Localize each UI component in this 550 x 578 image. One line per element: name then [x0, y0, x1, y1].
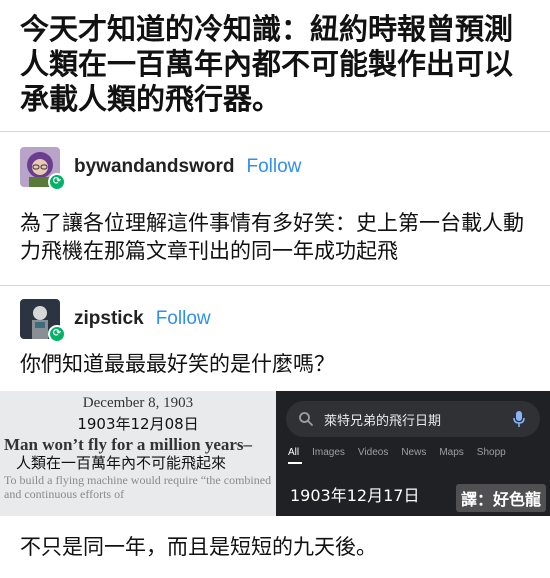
search-result: 1903年12月17日 [290, 486, 420, 505]
divider [0, 285, 550, 286]
post-header-bywandandsword: ⟳ bywandandsword Follow [20, 145, 301, 191]
avatar-bywandandsword[interactable]: ⟳ [20, 147, 66, 191]
newspaper-body-text: To build a flying machine would require … [4, 473, 272, 501]
newspaper-clipping-image: December 8, 1903 1903年12月08日 Man won’t f… [0, 391, 276, 516]
username[interactable]: bywandandsword [74, 156, 234, 178]
post-body: 你們知道最最最好笑的是什麼嗎？ [20, 352, 335, 376]
avatar-zipstick[interactable]: ⟳ [20, 299, 66, 343]
tab-videos[interactable]: Videos [358, 447, 388, 458]
search-tabs: All Images Videos News Maps Shopp [288, 447, 506, 458]
search-bar[interactable]: 萊特兄弟的飛行日期 [286, 401, 540, 437]
translator-watermark: 譯：好色龍 [455, 484, 546, 512]
search-input[interactable]: 萊特兄弟的飛行日期 [324, 410, 512, 429]
newspaper-date: December 8, 1903 [82, 395, 194, 411]
tab-shopping[interactable]: Shopp [477, 447, 506, 458]
search-screenshot-image: 萊特兄弟的飛行日期 All Images Videos News Maps Sh… [276, 391, 550, 516]
follow-button[interactable]: Follow [156, 308, 211, 330]
closing-text: 不只是同一年，而且是短短的九天後。 [20, 535, 377, 559]
divider [0, 131, 550, 132]
tab-news[interactable]: News [401, 447, 426, 458]
post-header-zipstick: ⟳ zipstick Follow [20, 297, 211, 343]
active-tab-indicator [288, 462, 302, 464]
reblog-icon: ⟳ [48, 325, 66, 343]
newspaper-headline-translation: 人類在一百萬年內不可能飛起來 [16, 454, 227, 472]
newspaper-date-translation: 1903年12月08日 [77, 415, 199, 433]
tab-images[interactable]: Images [312, 447, 345, 458]
reblog-icon: ⟳ [48, 173, 66, 191]
follow-button[interactable]: Follow [246, 156, 301, 178]
search-icon [299, 412, 313, 426]
tab-all[interactable]: All [288, 447, 299, 458]
post-title: 今天才知道的冷知識：紐約時報曾預測人類在一百萬年內都不可能製作出可以承載人類的飛… [20, 12, 514, 116]
post-body: 為了讓各位理解這件事情有多好笑：史上第一台載人動力飛機在那篇文章刊出的同一年成功… [20, 211, 524, 263]
username[interactable]: zipstick [74, 308, 144, 330]
tab-maps[interactable]: Maps [439, 447, 463, 458]
microphone-icon[interactable] [512, 410, 526, 428]
